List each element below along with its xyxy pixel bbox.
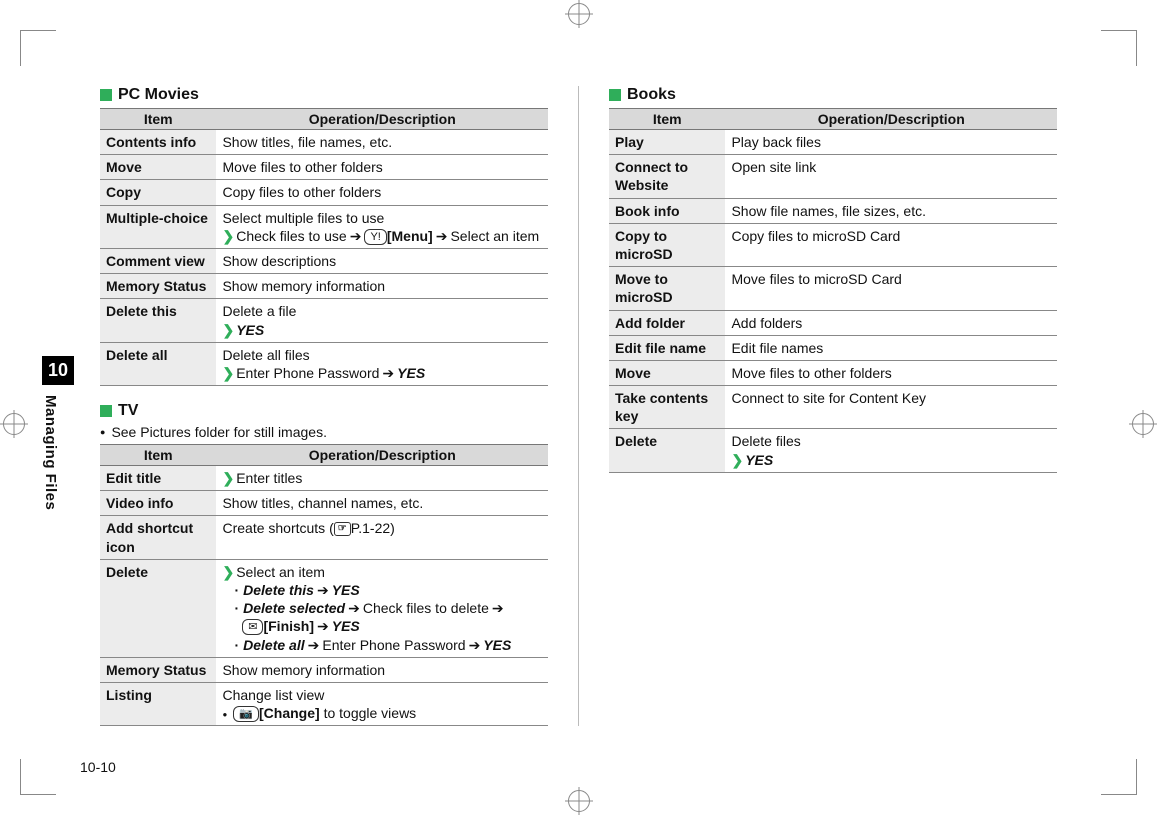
row-item: Memory Status xyxy=(100,657,216,682)
section-title-books: Books xyxy=(609,86,1057,104)
row-op: Move files to microSD Card xyxy=(725,267,1057,310)
page-number: 10-10 xyxy=(80,759,116,775)
row-item: Play xyxy=(609,130,725,155)
chevron-icon: ❯ xyxy=(222,322,234,338)
square-bullet-icon xyxy=(100,89,112,101)
section-title-tv: TV xyxy=(100,402,548,420)
row-op: Delete all files❯Enter Phone Password➔YE… xyxy=(216,342,548,385)
table-books: Item Operation/Description PlayPlay back… xyxy=(609,108,1057,473)
key-icon: 📷 xyxy=(233,706,259,722)
col-item: Item xyxy=(100,109,216,130)
registration-mark xyxy=(565,0,593,28)
row-op: Move files to other folders xyxy=(216,155,548,180)
section-label: TV xyxy=(118,402,138,420)
reference-icon: ☞ xyxy=(334,522,351,536)
row-op: ❯Select an item Delete this➔YES Delete s… xyxy=(216,559,548,657)
row-item: Contents info xyxy=(100,130,216,155)
square-bullet-icon xyxy=(100,405,112,417)
chevron-icon: ❯ xyxy=(731,452,743,468)
row-op: Play back files xyxy=(725,130,1057,155)
section-label: PC Movies xyxy=(118,86,199,104)
left-column: PC Movies Item Operation/Description Con… xyxy=(100,86,548,726)
row-op: Show memory information xyxy=(216,657,548,682)
row-item: Listing xyxy=(100,682,216,725)
row-item: Delete xyxy=(100,559,216,657)
col-op: Operation/Description xyxy=(725,109,1057,130)
crop-mark xyxy=(20,30,56,66)
row-item: Add folder xyxy=(609,310,725,335)
chevron-icon: ❯ xyxy=(222,470,234,486)
key-icon: Y! xyxy=(364,229,386,245)
key-icon: ✉ xyxy=(242,619,263,635)
right-column: Books Item Operation/Description PlayPla… xyxy=(609,86,1057,726)
chevron-icon: ❯ xyxy=(222,228,234,244)
column-divider xyxy=(578,86,579,726)
section-title-pcmovies: PC Movies xyxy=(100,86,548,104)
row-item: Video info xyxy=(100,491,216,516)
crop-mark xyxy=(1101,759,1137,795)
row-item: Edit file name xyxy=(609,335,725,360)
row-item: Copy to microSD xyxy=(609,223,725,266)
row-item: Connect to Website xyxy=(609,155,725,198)
row-item: Copy xyxy=(100,180,216,205)
row-item: Add shortcut icon xyxy=(100,516,216,559)
row-op: Show file names, file sizes, etc. xyxy=(725,198,1057,223)
chapter-number: 10 xyxy=(42,356,74,385)
row-op: Move files to other folders xyxy=(725,360,1057,385)
row-item: Take contents key xyxy=(609,386,725,429)
section-note: See Pictures folder for still images. xyxy=(100,424,548,440)
page: 10 Managing Files PC Movies Item Operati… xyxy=(0,0,1157,815)
side-tab: 10 Managing Files xyxy=(42,356,74,510)
square-bullet-icon xyxy=(609,89,621,101)
registration-mark xyxy=(0,410,28,438)
row-op: Delete files❯YES xyxy=(725,429,1057,472)
registration-mark xyxy=(1129,410,1157,438)
row-item: Edit title xyxy=(100,466,216,491)
section-label: Books xyxy=(627,86,676,104)
row-op: ❯Enter titles xyxy=(216,466,548,491)
row-item: Delete all xyxy=(100,342,216,385)
row-op: Copy files to microSD Card xyxy=(725,223,1057,266)
crop-mark xyxy=(1101,30,1137,66)
row-op: Edit file names xyxy=(725,335,1057,360)
row-item: Delete xyxy=(609,429,725,472)
row-op: Show descriptions xyxy=(216,248,548,273)
row-op: Add folders xyxy=(725,310,1057,335)
row-op: Connect to site for Content Key xyxy=(725,386,1057,429)
row-item: Comment view xyxy=(100,248,216,273)
row-item: Memory Status xyxy=(100,274,216,299)
row-op: Delete a file❯YES xyxy=(216,299,548,342)
chevron-icon: ❯ xyxy=(222,365,234,381)
row-op: Change list view📷[Change] to toggle view… xyxy=(216,682,548,725)
row-op: Open site link xyxy=(725,155,1057,198)
row-op: Show titles, file names, etc. xyxy=(216,130,548,155)
table-pcmovies: Item Operation/Description Contents info… xyxy=(100,108,548,386)
row-item: Move xyxy=(609,360,725,385)
row-op: Select multiple files to use ❯Check file… xyxy=(216,205,548,248)
row-op: Show memory information xyxy=(216,274,548,299)
row-item: Move xyxy=(100,155,216,180)
registration-mark xyxy=(565,787,593,815)
crop-mark xyxy=(20,759,56,795)
col-op: Operation/Description xyxy=(216,445,548,466)
col-item: Item xyxy=(609,109,725,130)
row-item: Delete this xyxy=(100,299,216,342)
row-item: Multiple-choice xyxy=(100,205,216,248)
chapter-title: Managing Files xyxy=(42,385,59,510)
row-item: Book info xyxy=(609,198,725,223)
col-item: Item xyxy=(100,445,216,466)
row-op: Show titles, channel names, etc. xyxy=(216,491,548,516)
row-item: Move to microSD xyxy=(609,267,725,310)
chevron-icon: ❯ xyxy=(222,564,234,580)
row-op: Create shortcuts (☞P.1-22) xyxy=(216,516,548,559)
row-op: Copy files to other folders xyxy=(216,180,548,205)
table-tv: Item Operation/Description Edit title ❯E… xyxy=(100,444,548,726)
col-op: Operation/Description xyxy=(216,109,548,130)
